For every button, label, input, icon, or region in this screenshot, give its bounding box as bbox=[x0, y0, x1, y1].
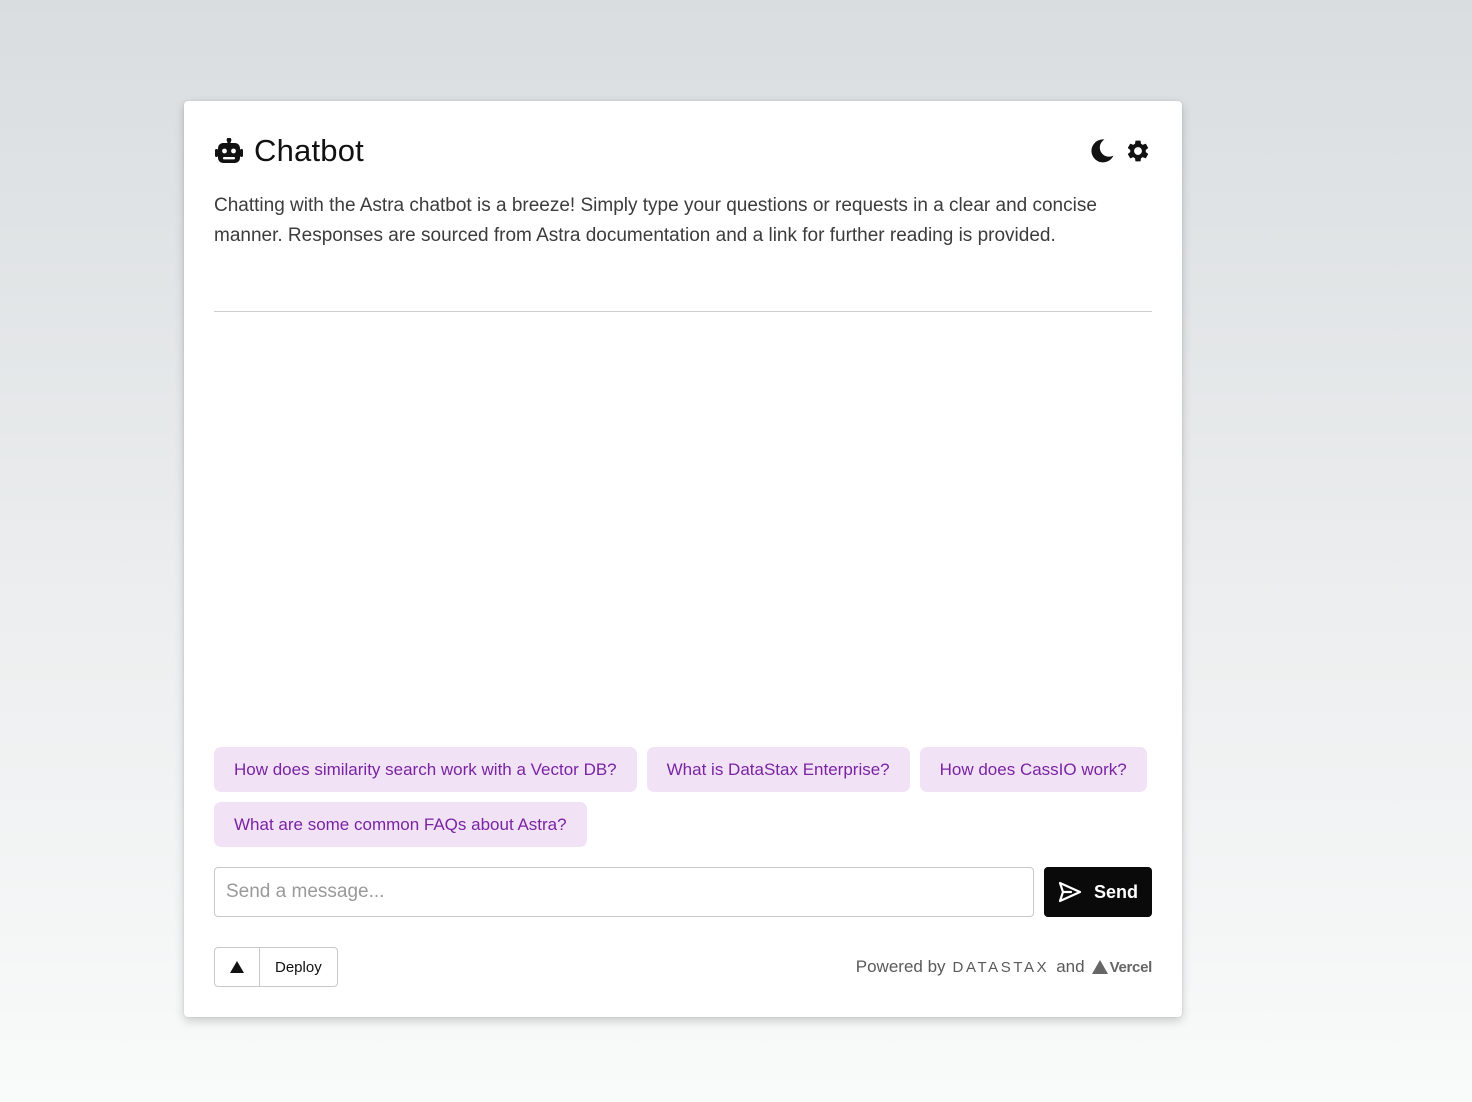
vercel-logo-icon bbox=[1091, 960, 1108, 974]
title-group: Chatbot bbox=[214, 133, 364, 169]
suggestion-chip[interactable]: How does CassIO work? bbox=[919, 747, 1147, 792]
moon-icon[interactable] bbox=[1088, 137, 1116, 165]
deploy-button[interactable]: Deploy bbox=[214, 947, 338, 987]
deploy-label: Deploy bbox=[275, 958, 322, 976]
vercel-triangle-icon bbox=[215, 948, 260, 986]
chatbot-card: Chatbot Chatting with the Astra chatbot … bbox=[184, 101, 1182, 1017]
message-list bbox=[214, 313, 1152, 733]
chat-footer: Deploy Powered by DATASTAX and Vercel bbox=[214, 947, 1152, 987]
suggestion-chip[interactable]: What is DataStax Enterprise? bbox=[646, 747, 910, 792]
chat-header: Chatbot bbox=[214, 131, 1152, 171]
message-composer: Send bbox=[214, 867, 1152, 917]
send-icon bbox=[1058, 881, 1082, 903]
suggestion-chip[interactable]: What are some common FAQs about Astra? bbox=[214, 802, 587, 847]
datastax-logo[interactable]: DATASTAX bbox=[953, 959, 1050, 976]
message-input[interactable] bbox=[214, 867, 1034, 917]
powered-by-text: Powered by bbox=[855, 957, 946, 976]
send-label: Send bbox=[1093, 881, 1138, 902]
send-button[interactable]: Send bbox=[1044, 867, 1152, 917]
powered-by: Powered by DATASTAX and Vercel bbox=[855, 957, 1153, 977]
vercel-logo-text: Vercel bbox=[1109, 958, 1153, 976]
chat-description: Chatting with the Astra chatbot is a bre… bbox=[214, 195, 1097, 246]
header-actions bbox=[1088, 137, 1152, 165]
suggestion-chip[interactable]: How does similarity search work with a V… bbox=[214, 747, 637, 792]
header-divider bbox=[214, 311, 1152, 312]
robot-icon bbox=[214, 136, 244, 166]
and-text: and bbox=[1056, 957, 1085, 976]
suggestion-list: How does similarity search work with a V… bbox=[214, 747, 1152, 847]
page-title: Chatbot bbox=[254, 133, 364, 168]
vercel-logo[interactable]: Vercel bbox=[1091, 958, 1153, 976]
gear-icon[interactable] bbox=[1124, 137, 1152, 165]
